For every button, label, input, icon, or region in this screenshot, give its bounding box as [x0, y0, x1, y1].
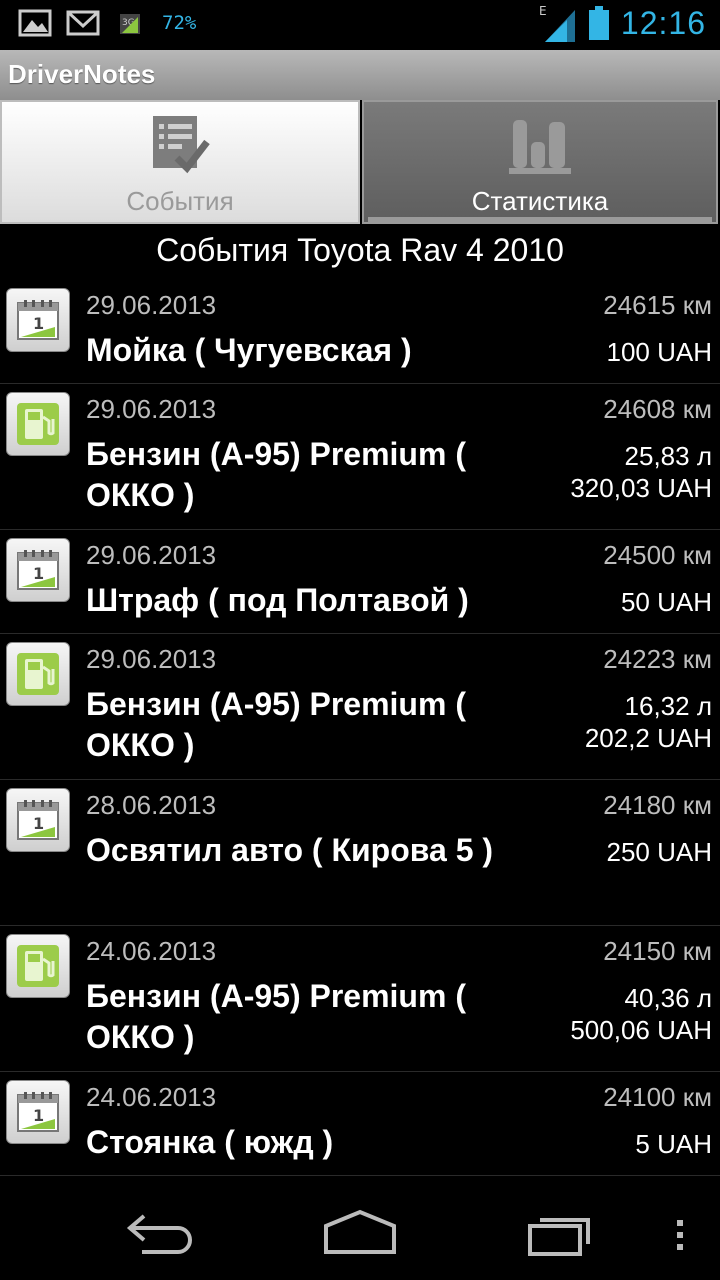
list-item[interactable]: 29.06.2013 24608 км Бензин (А-95) Premium …	[0, 384, 720, 530]
amount-line: 100 UAH	[606, 337, 713, 367]
event-date: 24.06.2013	[86, 936, 217, 966]
action-bar: DriverNotes	[0, 50, 720, 100]
amount-line: 25,83 л	[624, 441, 712, 471]
event-odometer: 24223 км	[603, 644, 712, 674]
statistics-icon	[509, 120, 571, 174]
event-name: Штраф ( под Полтавой )	[86, 582, 469, 618]
calendar-icon: 1	[6, 538, 70, 602]
event-odometer: 24100 км	[603, 1082, 712, 1112]
tab-events[interactable]: События	[0, 100, 360, 224]
navigation-bar	[0, 1182, 720, 1280]
svg-text:1: 1	[33, 814, 44, 833]
battery-icon	[588, 6, 609, 40]
battery-percent: 72%	[162, 12, 197, 34]
3g-icon: 3G	[120, 14, 140, 34]
calendar-icon: 1	[6, 288, 70, 352]
event-list[interactable]: 1 29.06.2013 24615 км Мойка ( Чугуевская ) 1…	[0, 280, 720, 1182]
signal-icon: E	[539, 4, 575, 42]
fuel-icon	[6, 642, 70, 706]
event-amount: 100 UAH	[607, 336, 713, 368]
event-date: 29.06.2013	[86, 540, 217, 570]
events-icon	[153, 116, 210, 174]
event-amount: 16,32 л 202,2 UAH	[585, 690, 712, 754]
amount-line: 250 UAH	[606, 837, 713, 867]
list-item[interactable]: 1 24.06.2013 24100 км Стоянка ( южд ) 5 UAH	[0, 1072, 720, 1176]
svg-text:1: 1	[33, 1106, 44, 1125]
amount-line: 320,03 UAH	[570, 473, 712, 503]
event-date: 24.06.2013	[86, 1082, 217, 1112]
clock: 12:16	[620, 4, 706, 41]
event-odometer: 24608 км	[603, 394, 712, 424]
amount-line: 16,32 л	[624, 691, 712, 721]
svg-text:1: 1	[33, 314, 44, 333]
svg-text:1: 1	[33, 564, 44, 583]
list-item[interactable]: 29.06.2013 24223 км Бензин (А-95) Premium …	[0, 634, 720, 780]
event-odometer: 24150 км	[603, 936, 712, 966]
event-date: 29.06.2013	[86, 290, 217, 320]
event-name: Бензин (А-95) Premium ( ОККО )	[86, 686, 466, 763]
recent-apps-icon[interactable]	[526, 1204, 598, 1260]
list-item[interactable]: 24.06.2013 24150 км Бензин (А-95) Premium …	[0, 926, 720, 1072]
amount-line: 202,2 UAH	[584, 723, 712, 753]
list-item[interactable]: 1 29.06.2013 24500 км Штраф ( под Полтавой …	[0, 530, 720, 634]
event-date: 29.06.2013	[86, 644, 217, 674]
event-amount: 250 UAH	[607, 836, 713, 868]
fuel-icon	[6, 392, 70, 456]
event-name: Освятил авто ( Кирова 5 )	[86, 832, 494, 868]
event-odometer: 24615 км	[603, 290, 712, 320]
network-type: E	[539, 4, 547, 18]
calendar-icon: 1	[6, 1080, 70, 1144]
gmail-icon	[66, 10, 100, 36]
amount-line: 5 UAH	[635, 1129, 712, 1159]
event-date: 29.06.2013	[86, 394, 217, 424]
tab-label: События	[126, 186, 234, 216]
calendar-icon: 1	[6, 788, 70, 852]
event-odometer: 24500 км	[603, 540, 712, 570]
event-name: Стоянка ( южд )	[86, 1124, 334, 1160]
back-icon[interactable]	[124, 1204, 196, 1260]
tab-indicator	[368, 217, 712, 222]
gallery-icon	[18, 9, 52, 37]
event-amount: 5 UAH	[635, 1128, 712, 1160]
amount-line: 500,06 UAH	[570, 1015, 712, 1045]
amount-line: 40,36 л	[624, 983, 712, 1013]
list-title: События Toyota Rav 4 2010	[156, 232, 564, 268]
event-amount: 50 UAH	[621, 586, 712, 618]
tab-label: Статистика	[471, 186, 609, 216]
event-odometer: 24180 км	[603, 790, 712, 820]
tab-statistics[interactable]: Статистика	[362, 100, 718, 224]
fuel-icon	[6, 934, 70, 998]
status-bar: 3G 72% E 12:16	[0, 0, 720, 50]
event-amount: 40,36 л 500,06 UAH	[570, 982, 712, 1046]
list-item[interactable]: 1 29.06.2013 24615 км Мойка ( Чугуевская ) 1…	[0, 280, 720, 384]
event-date: 28.06.2013	[86, 790, 217, 820]
list-item[interactable]: 1 28.06.2013 24180 км Освятил авто ( Кирова…	[0, 780, 720, 926]
event-name: Бензин (А-95) Premium ( ОККО )	[86, 978, 466, 1055]
menu-icon[interactable]	[672, 1204, 688, 1260]
amount-line: 50 UAH	[620, 587, 712, 617]
event-name: Мойка ( Чугуевская )	[86, 332, 412, 368]
tab-bar: События Статистика	[0, 100, 720, 226]
event-amount: 25,83 л 320,03 UAH	[570, 440, 712, 504]
home-icon[interactable]	[322, 1204, 398, 1260]
app-title: DriverNotes	[8, 59, 156, 89]
event-name: Бензин (А-95) Premium ( ОККО )	[86, 436, 466, 513]
